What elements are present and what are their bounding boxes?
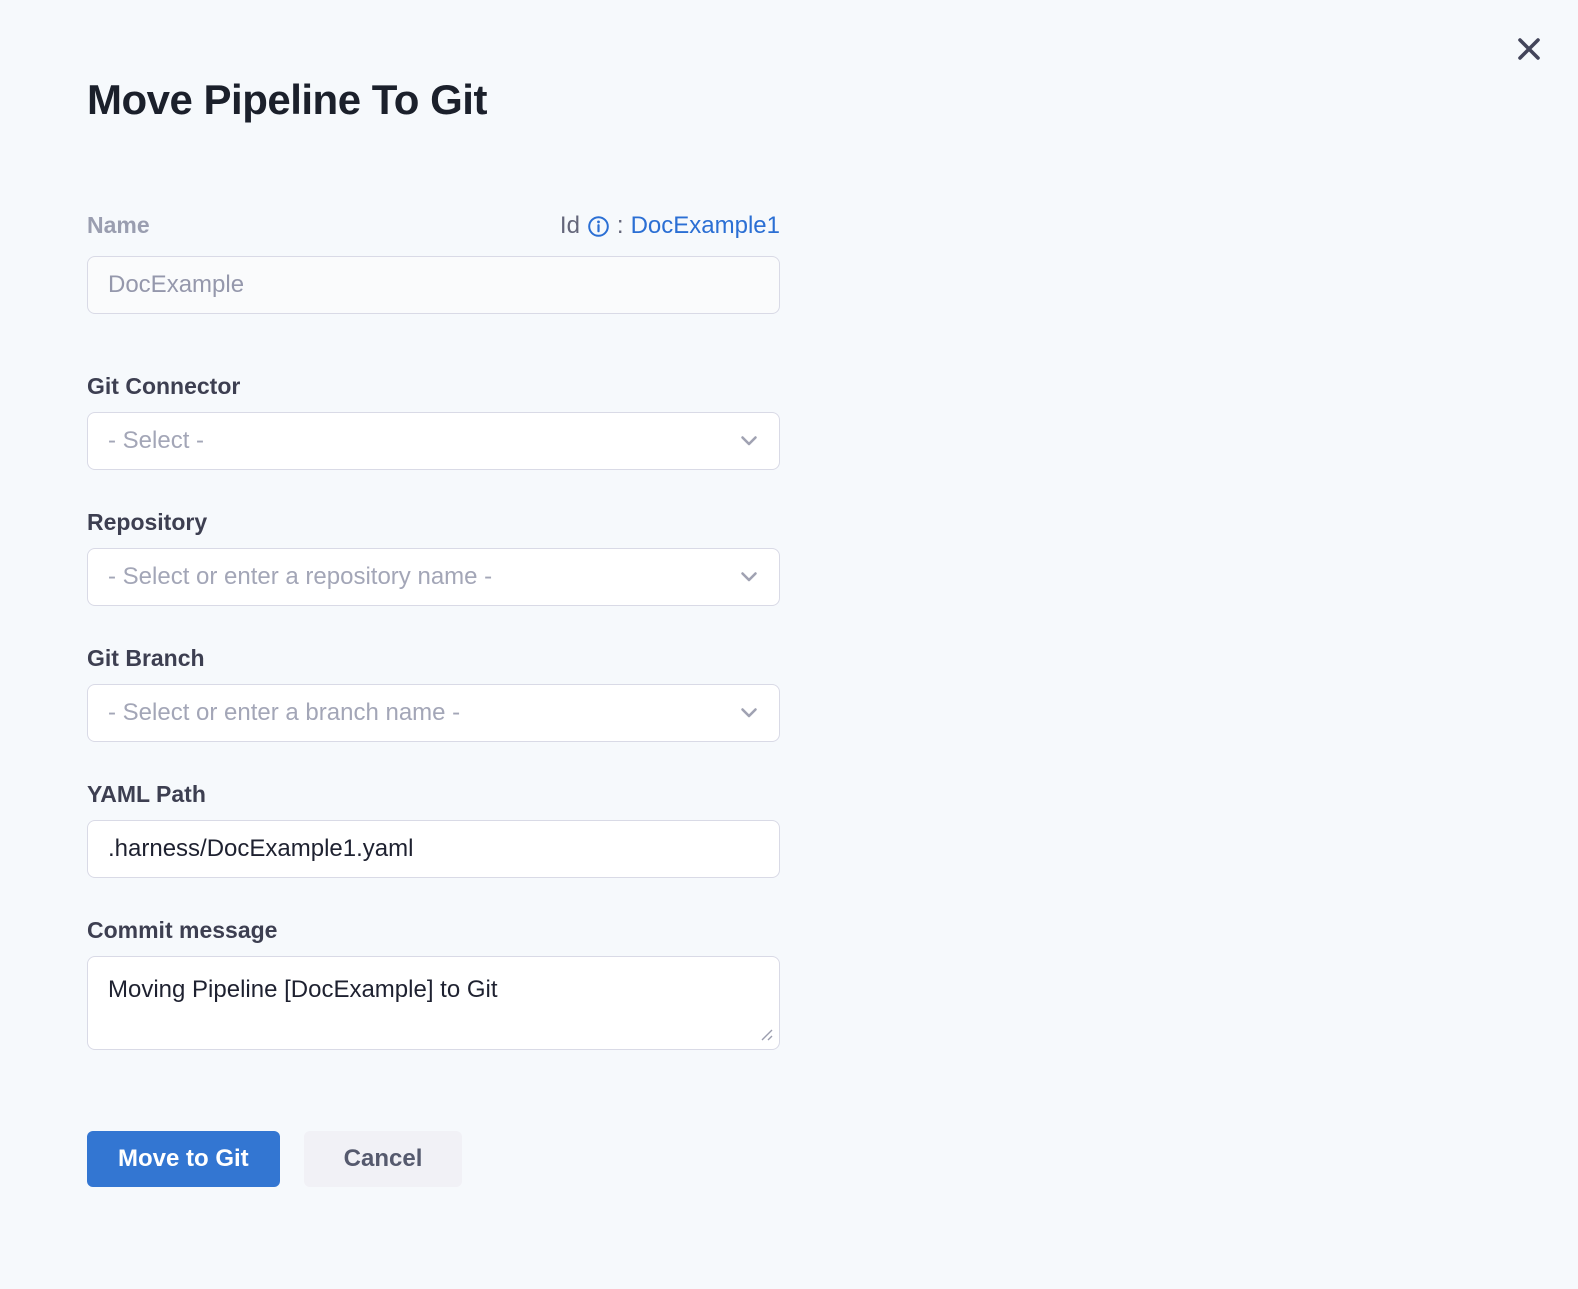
commit-message-field-group: Commit message Moving Pipeline [DocExamp… [87,915,780,1050]
name-field-group: Name Id : DocExample1 [87,210,780,314]
git-connector-input[interactable] [87,412,780,470]
modal-content: Move Pipeline To Git Name Id [87,75,780,1187]
close-button[interactable] [1510,30,1548,68]
move-pipeline-to-git-modal: Move Pipeline To Git Name Id [0,0,1578,1289]
git-connector-field-group: Git Connector [87,371,780,470]
git-connector-label: Git Connector [87,371,780,401]
info-icon [587,215,610,238]
modal-actions: Move to Git Cancel [87,1131,780,1187]
repository-select[interactable] [87,548,780,606]
move-to-git-form: Name Id : DocExample1 [87,210,780,1187]
repository-input[interactable] [87,548,780,606]
repository-field-group: Repository [87,507,780,606]
name-label: Name [87,210,150,240]
git-connector-select[interactable] [87,412,780,470]
yaml-path-field-group: YAML Path [87,779,780,878]
modal-title: Move Pipeline To Git [87,75,780,125]
repository-label: Repository [87,507,780,537]
name-input[interactable] [87,256,780,314]
close-icon [1514,34,1544,64]
yaml-path-input[interactable] [87,820,780,878]
move-to-git-button[interactable]: Move to Git [87,1131,280,1187]
yaml-path-label: YAML Path [87,779,780,809]
commit-message-textarea[interactable]: Moving Pipeline [DocExample] to Git [87,956,780,1050]
pipeline-id-value[interactable]: DocExample1 [631,212,780,240]
id-info-button[interactable] [587,215,610,238]
commit-message-label: Commit message [87,915,780,945]
id-label: Id [560,212,580,240]
name-header-row: Name Id : DocExample1 [87,210,780,240]
cancel-button[interactable]: Cancel [304,1131,463,1187]
git-branch-input[interactable] [87,684,780,742]
git-branch-select[interactable] [87,684,780,742]
git-branch-label: Git Branch [87,643,780,673]
git-branch-field-group: Git Branch [87,643,780,742]
id-separator: : [617,212,624,240]
pipeline-id-row: Id : DocExample1 [560,212,780,240]
